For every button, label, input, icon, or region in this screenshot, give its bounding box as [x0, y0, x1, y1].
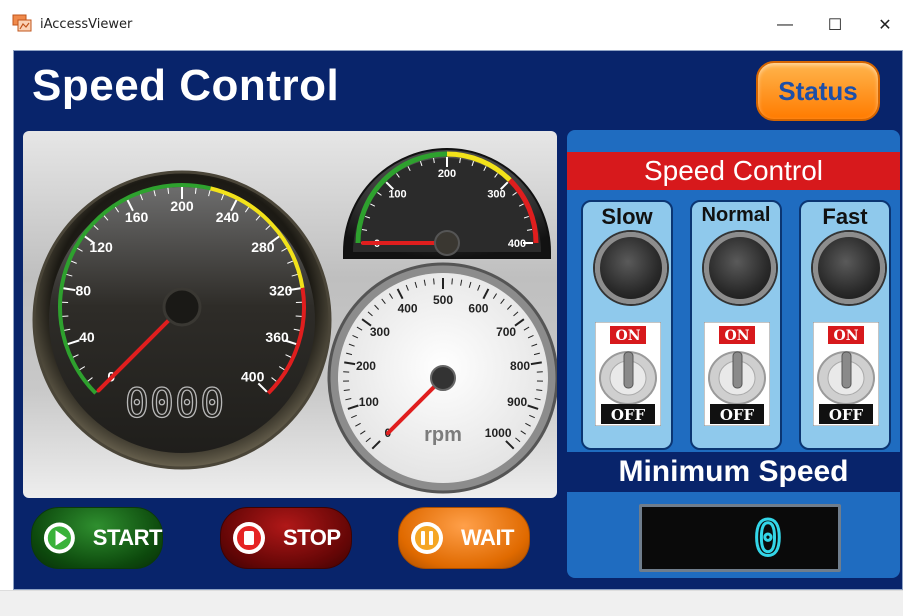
speedometer-hub: [164, 289, 200, 325]
rpm-gauge-tick-label: 1000: [485, 426, 512, 440]
switch-column-slow: Slow ON OFF: [581, 200, 673, 450]
speedometer-minor-tick: [168, 188, 169, 194]
play-icon: [42, 520, 77, 556]
app-frame: Speed Control Status: [13, 50, 903, 590]
slow-label: Slow: [583, 204, 671, 230]
small-gauge-tick-label: 300: [487, 189, 505, 201]
rpm-unit-label: rpm: [424, 424, 462, 446]
fast-toggle-switch[interactable]: ON OFF: [813, 322, 879, 426]
rpm-gauge-hub: [431, 366, 455, 390]
speedometer-tick-label: 120: [89, 239, 113, 255]
slow-off-label: OFF: [611, 406, 646, 424]
speedometer-tick-label: 400: [241, 369, 265, 385]
normal-off-label: OFF: [720, 406, 755, 424]
gauge-panel: 04080120160200240280320360400 0000 01002…: [23, 131, 557, 498]
close-button[interactable]: ✕: [870, 10, 900, 40]
speed-control-panel: Speed Control Slow ON OFF Normal ON: [567, 130, 900, 578]
speedometer-tick-label: 320: [269, 282, 293, 298]
pause-icon: [409, 520, 445, 556]
speedometer-tick-label: 240: [216, 209, 240, 225]
fast-indicator-lamp: [813, 232, 885, 304]
slow-on-label: ON: [616, 328, 641, 344]
switch-column-fast: Fast ON OFF: [799, 200, 891, 450]
fast-off-label: OFF: [829, 406, 864, 424]
stop-button[interactable]: STOP: [220, 507, 352, 569]
speedometer-tick-label: 200: [170, 198, 194, 214]
speedometer-tick-label: 360: [265, 329, 289, 345]
speedometer-gauge: 04080120160200240280320360400 0000 01002…: [23, 131, 557, 498]
maximize-button[interactable]: ☐: [820, 10, 850, 40]
speedometer-tick-label: 80: [75, 282, 91, 298]
status-button[interactable]: Status: [756, 61, 880, 121]
normal-label: Normal: [692, 204, 780, 227]
small-gauge: 0100200300400: [344, 149, 550, 258]
speedometer-tick-label: 160: [125, 209, 149, 225]
stop-label: STOP: [283, 525, 341, 551]
speedometer-minor-tick: [195, 188, 196, 194]
window-status-bar: [0, 590, 903, 616]
rpm-gauge-tick-label: 600: [468, 302, 488, 316]
start-label: START: [93, 525, 162, 551]
fast-on-label: ON: [834, 328, 859, 344]
rpm-gauge-tick-label: 200: [356, 359, 376, 373]
small-gauge-hub: [435, 231, 459, 255]
wait-label: WAIT: [461, 525, 514, 551]
maximize-icon: ☐: [828, 15, 842, 35]
page-title: Speed Control: [32, 61, 339, 111]
wait-button[interactable]: WAIT: [398, 507, 530, 569]
rpm-gauge-minor-tick: [452, 278, 453, 284]
normal-toggle-switch[interactable]: ON OFF: [704, 322, 770, 426]
minimum-speed-label: Minimum Speed: [567, 452, 900, 492]
small-gauge-tick-label: 100: [388, 189, 406, 201]
window-titlebar: iAccessViewer — ☐ ✕: [0, 0, 903, 50]
start-button[interactable]: START: [31, 507, 163, 569]
stop-icon: [231, 520, 267, 556]
slow-indicator-lamp: [595, 232, 667, 304]
switch-column-normal: Normal ON OFF: [690, 200, 782, 450]
window-title: iAccessViewer: [40, 17, 132, 32]
rpm-gauge-tick-label: 500: [433, 293, 453, 307]
minimize-icon: —: [777, 16, 793, 34]
minimum-speed-value: 0: [754, 511, 783, 567]
close-icon: ✕: [878, 15, 891, 35]
rpm-gauge-tick-label: 800: [510, 359, 530, 373]
normal-indicator-lamp: [704, 232, 776, 304]
minimize-button[interactable]: —: [770, 10, 800, 40]
rpm-gauge: 01002003004005006007008009001000 rpm: [329, 264, 557, 492]
speedometer-tick-label: 280: [251, 239, 275, 255]
speedometer-tick-label: 40: [79, 329, 95, 345]
normal-on-label: ON: [725, 328, 750, 344]
slow-toggle-switch[interactable]: ON OFF: [595, 322, 661, 426]
speed-control-banner: Speed Control: [567, 152, 900, 190]
small-gauge-tick-label: 200: [438, 168, 456, 180]
speedometer-readout: 0000: [125, 381, 225, 427]
fast-label: Fast: [801, 204, 889, 230]
rpm-gauge-tick-label: 100: [359, 395, 379, 409]
rpm-gauge-tick-label: 900: [507, 395, 527, 409]
rpm-gauge-tick-label: 400: [398, 302, 418, 316]
minimum-speed-display: 0: [639, 504, 841, 572]
small-gauge-tick-label: 400: [508, 238, 526, 250]
rpm-gauge-tick-label: 300: [370, 325, 390, 339]
app-icon: [12, 14, 32, 32]
rpm-gauge-tick-label: 700: [496, 325, 516, 339]
rpm-gauge-minor-tick: [434, 278, 435, 284]
